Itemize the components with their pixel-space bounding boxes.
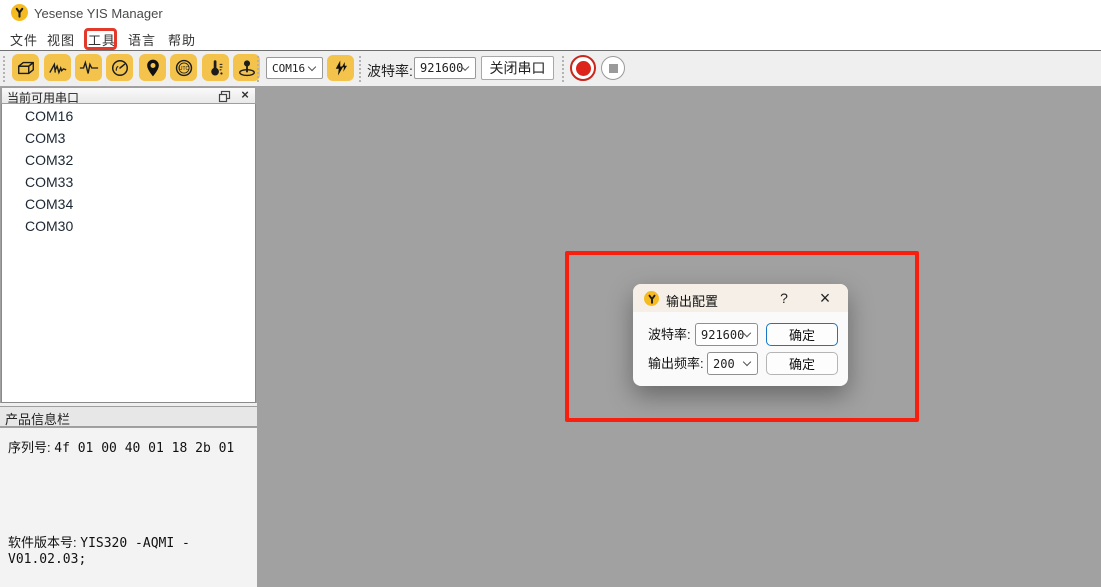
window-title: Yesense YIS Manager — [34, 6, 163, 21]
list-item-port[interactable]: COM33 — [2, 173, 255, 192]
baud-rate-value: 921600 — [415, 61, 463, 75]
list-item-port[interactable]: COM30 — [2, 217, 255, 236]
list-item-port[interactable]: COM3 — [2, 129, 255, 148]
dialog-baud-value: 921600 — [696, 328, 744, 342]
list-item-port[interactable]: COM32 — [2, 151, 255, 170]
output-config-dialog: 输出配置 ? × 波特率: 921600 确定 输出频率: 200 确定 — [633, 284, 848, 386]
serial-ports-panel-header: 当前可用串口 × — [1, 87, 256, 104]
menu-view[interactable]: 视图 — [47, 30, 75, 49]
product-info-panel-title: 产品信息栏 — [5, 409, 70, 428]
product-info-panel: 序列号: 4f 01 00 40 01 18 2b 01 软件版本号: YIS3… — [0, 428, 257, 587]
software-version-line: 软件版本号: YIS320 -AQMI -V01.02.03; — [8, 532, 257, 567]
stop-icon — [609, 64, 618, 73]
serial-number-line: 序列号: 4f 01 00 40 01 18 2b 01 — [8, 437, 234, 456]
float-panel-icon[interactable] — [218, 90, 231, 103]
dialog-title-bar[interactable]: 输出配置 ? × — [633, 284, 848, 312]
toolbar-drag-handle[interactable] — [562, 56, 566, 82]
title-bar: Yesense YIS Manager — [0, 0, 1101, 26]
close-serial-port-button[interactable]: 关闭串口 — [481, 56, 554, 80]
chevron-down-icon — [308, 62, 316, 70]
toolbar-drag-handle[interactable] — [359, 56, 363, 82]
menu-language[interactable]: 语言 — [128, 30, 156, 49]
baud-rate-select[interactable]: 921600 — [414, 57, 476, 79]
record-button[interactable] — [570, 55, 596, 81]
location-icon[interactable] — [139, 54, 166, 81]
3d-model-icon[interactable] — [12, 54, 39, 81]
dialog-freq-value: 200 — [708, 357, 744, 371]
baud-rate-label: 波特率: — [367, 61, 413, 81]
pulse-waveform-icon[interactable] — [75, 54, 102, 81]
port-select-value: COM16 — [267, 62, 309, 75]
dialog-freq-select[interactable]: 200 — [707, 352, 758, 375]
angle-waveform-icon[interactable] — [44, 54, 71, 81]
serial-number-label: 序列号: — [8, 440, 51, 455]
stop-button[interactable] — [601, 56, 625, 80]
serial-port-list: COM16 COM3 COM32 COM33 COM34 COM30 — [1, 104, 256, 403]
toolbar-drag-handle[interactable] — [3, 56, 7, 82]
refresh-ports-icon[interactable] — [327, 55, 354, 81]
software-version-label: 软件版本号: — [8, 535, 77, 550]
confirm-freq-button[interactable]: 确定 — [766, 352, 838, 375]
svg-text:UTC: UTC — [178, 65, 189, 71]
temperature-icon[interactable] — [202, 54, 229, 81]
app-logo-icon — [11, 4, 28, 21]
list-item-port[interactable]: COM16 — [2, 107, 255, 126]
close-panel-icon[interactable]: × — [238, 87, 252, 103]
dialog-baud-select[interactable]: 921600 — [695, 323, 758, 346]
app-window: Yesense YIS Manager 文件 视图 工具 语言 帮助 — [0, 0, 1101, 587]
tools-menu-annotation-box — [84, 28, 117, 50]
menu-bar: 文件 视图 工具 语言 帮助 — [0, 26, 1101, 50]
dialog-freq-label: 输出频率: — [648, 353, 704, 372]
dialog-help-icon[interactable]: ? — [775, 289, 793, 307]
dialog-title: 输出配置 — [666, 291, 718, 310]
record-icon — [576, 61, 591, 76]
gauge-icon[interactable] — [106, 54, 133, 81]
product-info-panel-header: 产品信息栏 — [0, 406, 257, 427]
list-item-port[interactable]: COM34 — [2, 195, 255, 214]
dialog-logo-icon — [644, 291, 659, 306]
confirm-baud-button[interactable]: 确定 — [766, 323, 838, 346]
menu-file[interactable]: 文件 — [10, 30, 38, 49]
utc-clock-icon[interactable]: UTC — [170, 54, 197, 81]
port-select[interactable]: COM16 — [266, 57, 323, 79]
menu-help[interactable]: 帮助 — [168, 30, 196, 49]
toolbar-drag-handle[interactable] — [257, 56, 261, 82]
dialog-baud-label: 波特率: — [648, 324, 691, 343]
attitude-icon[interactable] — [233, 54, 260, 81]
chevron-down-icon — [743, 358, 751, 366]
serial-number-value: 4f 01 00 40 01 18 2b 01 — [54, 441, 234, 456]
dialog-close-icon[interactable]: × — [815, 287, 835, 309]
toolbar: UTC COM16 波特率: 921600 关闭串口 — [0, 51, 1101, 86]
